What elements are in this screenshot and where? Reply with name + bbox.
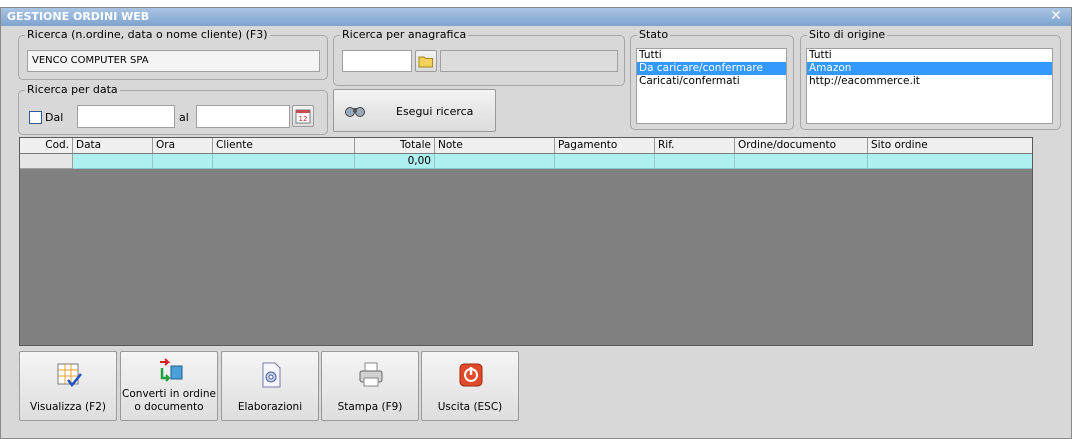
run-search-button[interactable]: Esegui ricerca [333, 89, 496, 132]
sito-list[interactable]: Tutti Amazon http://eacommerce.it [806, 48, 1053, 124]
col-totale[interactable]: Totale [355, 138, 435, 153]
cell-pagamento [555, 154, 655, 169]
uscita-button[interactable]: Uscita (ESC) [421, 351, 519, 421]
search-group-label: Ricerca (n.ordine, data o nome cliente) … [25, 28, 270, 42]
visualizza-button[interactable]: Visualizza (F2) [19, 351, 117, 421]
gear-document-icon [262, 362, 281, 388]
grid-header: Cod. Data Ora Cliente Totale Note Pagame… [20, 138, 1032, 154]
sito-item-amazon[interactable]: Amazon [807, 62, 1052, 75]
cell-cliente [213, 154, 355, 169]
anagrafica-group: Ricerca per anagrafica [333, 28, 625, 86]
cell-note [435, 154, 555, 169]
search-input[interactable]: VENCO COMPUTER SPA [27, 50, 320, 72]
calendar-day: 12 [299, 115, 308, 123]
uscita-label: Uscita (ESC) [437, 401, 503, 413]
dal-label: Dal [45, 111, 64, 124]
date-to-input[interactable] [196, 105, 290, 128]
col-sito-ordine[interactable]: Sito ordine [868, 138, 1032, 153]
date-from-input[interactable] [77, 105, 175, 128]
converti-label: Converti in ordine o documento [122, 388, 216, 413]
close-icon[interactable]: ✕ [1049, 9, 1063, 23]
converti-button[interactable]: Converti in ordine o documento [120, 351, 218, 421]
elaborazioni-label: Elaborazioni [237, 401, 303, 413]
stampa-label: Stampa (F9) [337, 401, 403, 413]
elaborazioni-button[interactable]: Elaborazioni [221, 351, 319, 421]
orders-grid[interactable]: Cod. Data Ora Cliente Totale Note Pagame… [19, 137, 1033, 346]
visualizza-label: Visualizza (F2) [30, 401, 106, 413]
cell-sito-ordine [868, 154, 1032, 169]
col-cod[interactable]: Cod. [20, 138, 73, 153]
calendar-icon: 12 [295, 109, 311, 124]
al-label: al [179, 111, 189, 124]
date-search-group: Ricerca per data Dal al 12 [18, 83, 328, 135]
window-title: GESTIONE ORDINI WEB [7, 10, 150, 23]
col-rif[interactable]: Rif. [655, 138, 735, 153]
col-data[interactable]: Data [73, 138, 153, 153]
cell-cod [20, 154, 73, 169]
stato-item-da-caricare[interactable]: Da caricare/confermare [637, 62, 786, 75]
printer-icon [359, 362, 383, 387]
stato-item-caricati[interactable]: Caricati/confermati [637, 75, 786, 88]
grid-check-icon [57, 363, 82, 387]
cell-ora [153, 154, 213, 169]
stato-list[interactable]: Tutti Da caricare/confermare Caricati/co… [636, 48, 787, 124]
table-row[interactable]: 0,00 [20, 154, 1032, 170]
date-search-label: Ricerca per data [25, 83, 120, 97]
stato-label: Stato [637, 28, 671, 42]
anagrafica-group-label: Ricerca per anagrafica [340, 28, 469, 42]
cell-ordine-documento [735, 154, 868, 169]
sito-item-tutti[interactable]: Tutti [807, 49, 1052, 62]
sito-label: Sito di origine [807, 28, 888, 42]
main-window: GESTIONE ORDINI WEB ✕ Ricerca (n.ordine,… [0, 7, 1072, 439]
sito-group: Sito di origine Tutti Amazon http://eaco… [800, 28, 1061, 130]
cell-data [73, 154, 153, 169]
stato-item-tutti[interactable]: Tutti [637, 49, 786, 62]
sito-item-eacommerce[interactable]: http://eacommerce.it [807, 75, 1052, 88]
binoculars-icon [345, 107, 365, 117]
col-ordine-documento[interactable]: Ordine/documento [735, 138, 868, 153]
cell-rif [655, 154, 735, 169]
folder-icon [418, 56, 433, 68]
col-ora[interactable]: Ora [153, 138, 213, 153]
col-cliente[interactable]: Cliente [213, 138, 355, 153]
run-search-label: Esegui ricerca [396, 105, 474, 118]
calendar-button[interactable]: 12 [292, 105, 314, 127]
dal-checkbox[interactable] [29, 111, 42, 124]
power-icon [459, 363, 483, 387]
convert-arrows-icon [160, 358, 183, 382]
col-pagamento[interactable]: Pagamento [555, 138, 655, 153]
search-group: Ricerca (n.ordine, data o nome cliente) … [18, 28, 328, 80]
anagrafica-code-input[interactable] [342, 50, 412, 72]
stato-group: Stato Tutti Da caricare/confermare Caric… [630, 28, 794, 130]
title-bar: GESTIONE ORDINI WEB ✕ [1, 8, 1071, 26]
cell-totale: 0,00 [355, 154, 435, 169]
anagrafica-name-field [440, 50, 618, 72]
stampa-button[interactable]: Stampa (F9) [321, 351, 419, 421]
col-note[interactable]: Note [435, 138, 555, 153]
folder-button[interactable] [415, 50, 437, 72]
